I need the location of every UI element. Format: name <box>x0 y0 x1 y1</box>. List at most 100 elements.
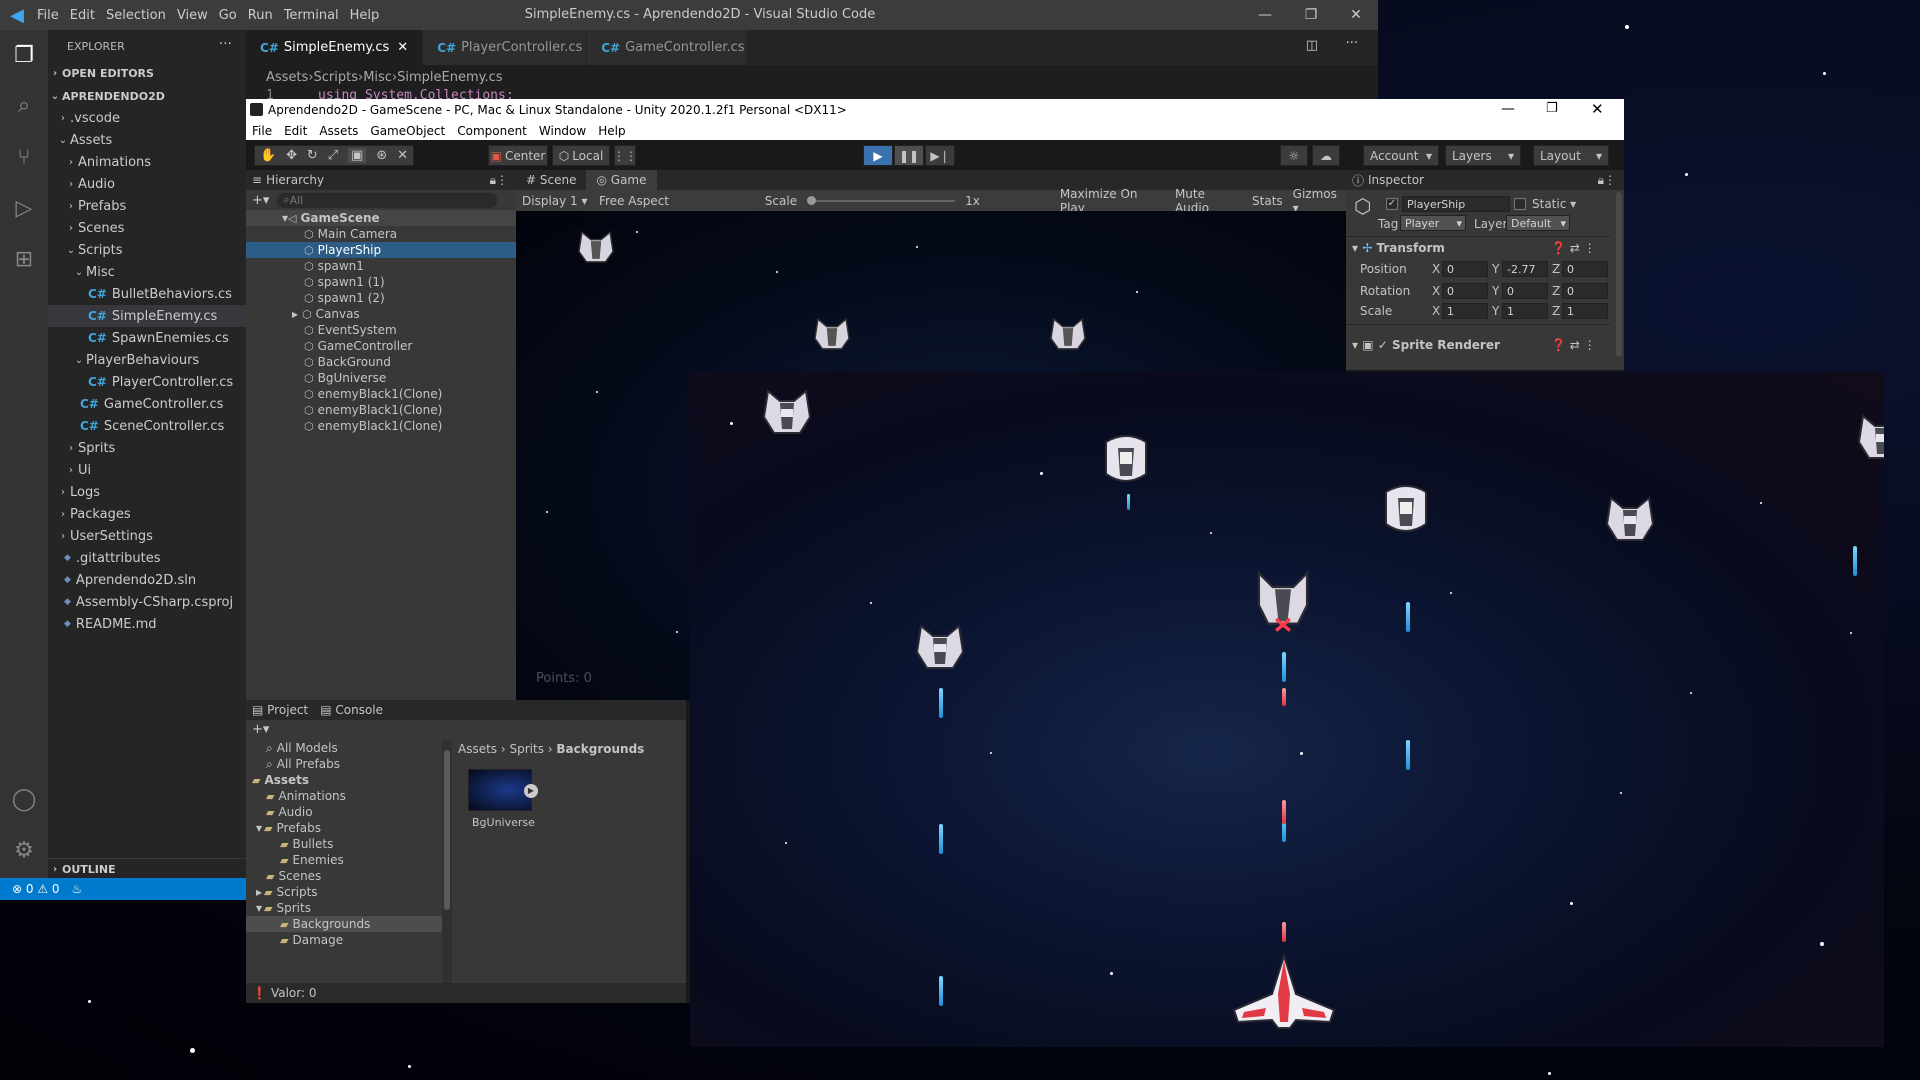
tree-item[interactable]: › Audio <box>48 173 246 195</box>
scale-tool-icon[interactable]: ⤢ <box>328 148 338 163</box>
component-menu-icons[interactable]: ❓ ⇄ ⋮ <box>1551 338 1596 352</box>
hand-tool-icon[interactable]: ✋ <box>260 148 276 163</box>
rot-x-field[interactable]: 0 <box>1442 283 1488 299</box>
files-icon[interactable]: ❐ <box>10 41 38 69</box>
project-section[interactable]: ⌄ APRENDENDO2D <box>48 85 246 107</box>
display-dropdown[interactable]: Display 1 ▾ <box>522 194 599 208</box>
settings-gear-icon[interactable]: ⚙ <box>10 836 38 864</box>
add-icon[interactable]: +▾ <box>252 722 269 737</box>
project-tree-item[interactable]: ▰ Animations <box>246 788 442 804</box>
restore-icon[interactable]: ❐ <box>1546 101 1558 116</box>
tree-item[interactable]: › Packages <box>48 503 246 525</box>
open-editors-section[interactable]: › OPEN EDITORS <box>48 62 246 84</box>
project-tree-item[interactable]: ▰ Effects <box>246 948 442 950</box>
slider-thumb[interactable] <box>807 195 817 205</box>
project-tree-item[interactable]: ⌕ All Models <box>246 740 442 756</box>
aspect-dropdown[interactable]: Free Aspect <box>599 194 757 208</box>
pause-button[interactable]: ❚❚ <box>894 145 924 166</box>
account-dropdown[interactable]: Account ▾ <box>1363 145 1439 166</box>
move-tool-icon[interactable]: ✥ <box>286 148 297 163</box>
expand-arrow-icon[interactable]: ▸ <box>256 885 262 899</box>
project-tree-item[interactable]: ⌕ All Prefabs <box>246 756 442 772</box>
breadcrumb-item[interactable]: Misc <box>363 70 392 85</box>
stats-toggle[interactable]: Stats <box>1252 194 1283 208</box>
project-tree-item[interactable]: ▰ Backgrounds <box>246 916 442 932</box>
unity-menu-assets[interactable]: Assets <box>319 124 358 138</box>
breadcrumb-item[interactable]: Scripts <box>314 70 358 85</box>
tag-dropdown[interactable]: Player ▾ <box>1400 215 1466 231</box>
tree-item[interactable]: ◆ Aprendendo2D.sln <box>48 569 246 591</box>
source-control-icon[interactable]: ⑂ <box>10 143 38 171</box>
tree-item[interactable]: › Prefabs <box>48 195 246 217</box>
scl-y-field[interactable]: 1 <box>1502 303 1548 319</box>
unity-menu-window[interactable]: Window <box>539 124 586 138</box>
editor-more-icon[interactable]: ··· <box>1346 36 1358 51</box>
cloud-icon[interactable]: ☁ <box>1312 145 1340 166</box>
tree-item[interactable]: ◆ .gitattributes <box>48 547 246 569</box>
hierarchy-item[interactable]: ⬡ EventSystem <box>246 322 516 338</box>
project-tree-item[interactable]: ▰ Enemies <box>246 852 442 868</box>
extensions-icon[interactable]: ⊞ <box>10 245 38 273</box>
transform-header[interactable]: ▾ ✢ Transform <box>1352 241 1445 255</box>
project-tab[interactable]: ▤ Project <box>252 703 308 717</box>
scale-slider[interactable] <box>807 195 956 205</box>
console-tab[interactable]: ▤ Console <box>320 703 383 717</box>
breadcrumb-item[interactable]: Assets <box>266 70 308 85</box>
restore-icon[interactable]: ❐ <box>1288 0 1334 30</box>
inspector-tab[interactable]: ⓘ Inspector 🔒︎⋮ <box>1346 170 1624 190</box>
hierarchy-item[interactable]: ⬡ enemyBlack1(Clone) <box>246 418 516 434</box>
account-icon[interactable]: ◯ <box>10 785 38 813</box>
component-menu-icons[interactable]: ❓ ⇄ ⋮ <box>1551 241 1596 255</box>
project-tree-item[interactable]: ▾ ▰ Sprits <box>246 900 442 916</box>
collab-icon[interactable]: ☼ <box>1280 145 1308 166</box>
play-asset-icon[interactable]: ▶ <box>524 784 538 798</box>
rot-z-field[interactable]: 0 <box>1562 283 1608 299</box>
hierarchy-item[interactable]: ⬡ Main Camera <box>246 226 516 242</box>
layout-dropdown[interactable]: Layout ▾ <box>1533 145 1609 166</box>
live-share-icon[interactable]: ♨ <box>72 882 83 896</box>
hierarchy-search-input[interactable]: ⌕ All <box>277 192 498 208</box>
pivot-center-button[interactable]: ▣ Center <box>488 145 548 166</box>
project-tree-item[interactable]: ▾ ▰ Prefabs <box>246 820 442 836</box>
inspector-scrollbar[interactable] <box>1616 192 1622 357</box>
menu-edit[interactable]: Edit <box>70 8 95 23</box>
tree-item[interactable]: ◆ Assembly-CSharp.csproj <box>48 591 246 613</box>
menu-file[interactable]: File <box>37 8 59 23</box>
pos-x-field[interactable]: 0 <box>1442 261 1488 277</box>
menu-help[interactable]: Help <box>350 8 380 23</box>
expand-arrow-icon[interactable]: ▾ <box>256 821 262 835</box>
pos-y-field[interactable]: -2.77 <box>1502 261 1548 277</box>
active-checkbox[interactable]: ✓ <box>1386 198 1398 210</box>
tree-item[interactable]: ⌄ PlayerBehaviours <box>48 349 246 371</box>
unity-menu-edit[interactable]: Edit <box>284 124 307 138</box>
hierarchy-item[interactable]: ⬡ BgUniverse <box>246 370 516 386</box>
breadcrumb-item[interactable]: SimpleEnemy.cs <box>397 70 502 85</box>
scrollbar-thumb[interactable] <box>444 750 450 910</box>
close-icon[interactable]: ✕ <box>1333 0 1379 30</box>
tree-item[interactable]: ⌄ Misc <box>48 261 246 283</box>
minimize-icon[interactable]: — <box>1501 101 1515 117</box>
add-icon[interactable]: +▾ <box>252 193 269 208</box>
unity-menu-file[interactable]: File <box>252 124 272 138</box>
hierarchy-item[interactable]: ⬡ spawn1 (1) <box>246 274 516 290</box>
hierarchy-item[interactable]: ⬡ spawn1 <box>246 258 516 274</box>
hierarchy-tab[interactable]: ≡ Hierarchy 🔒︎⋮ <box>246 170 516 190</box>
editor-tab[interactable]: C# PlayerController.cs <box>423 30 588 65</box>
asset-breadcrumb-item[interactable]: Backgrounds <box>556 742 644 756</box>
scl-x-field[interactable]: 1 <box>1442 303 1488 319</box>
tree-item[interactable]: › UserSettings <box>48 525 246 547</box>
project-tree-item[interactable]: ▰ Damage <box>246 932 442 948</box>
layers-dropdown[interactable]: Layers ▾ <box>1445 145 1521 166</box>
hierarchy-item[interactable]: ⬡ spawn1 (2) <box>246 290 516 306</box>
tree-item[interactable]: ⌄ Scripts <box>48 239 246 261</box>
project-tree-item[interactable]: ▸ ▰ Scripts <box>246 884 442 900</box>
game-tab[interactable]: ◎ Game <box>586 170 657 190</box>
menu-view[interactable]: View <box>177 8 208 23</box>
expand-arrow-icon[interactable]: ▸ <box>292 307 298 321</box>
tree-item[interactable]: › Ui <box>48 459 246 481</box>
unity-menu-gameobject[interactable]: GameObject <box>370 124 445 138</box>
search-icon[interactable]: ⌕ <box>10 91 38 119</box>
tree-item[interactable]: C# SimpleEnemy.cs <box>48 305 246 327</box>
pos-z-field[interactable]: 0 <box>1562 261 1608 277</box>
project-tree-item[interactable]: ▰ Assets <box>246 772 442 788</box>
